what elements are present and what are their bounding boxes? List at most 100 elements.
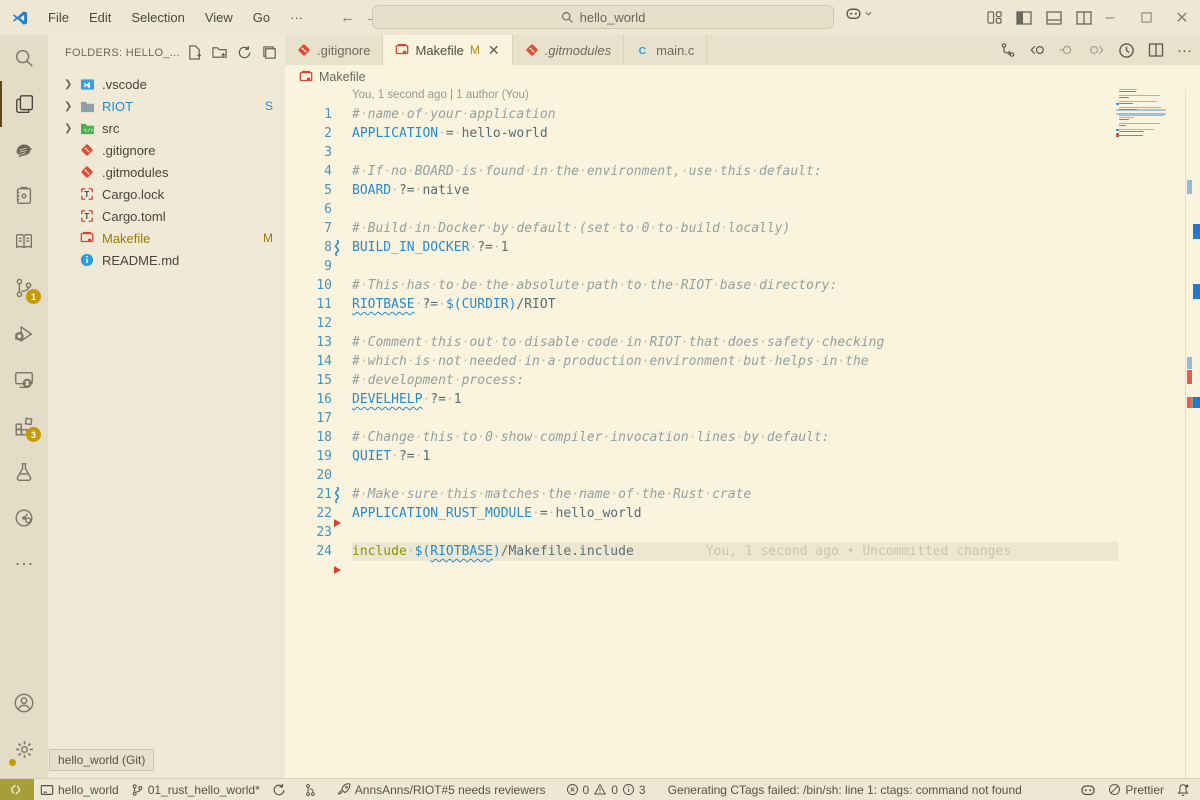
code-line-6[interactable]: 6 [285,200,1200,219]
wokwi-icon[interactable] [0,127,48,173]
code-line-22[interactable]: 22APPLICATION_RUST_MODULE·=·hello_world [285,504,1200,523]
chevron-right-icon[interactable]: ❯ [64,123,80,134]
book-icon[interactable] [0,219,48,265]
code-line-10[interactable]: 10#·This·has·to·be·the·absolute·path·to·… [285,276,1200,295]
code-line-15[interactable]: 15#·development·process: [285,371,1200,390]
workspace-item[interactable]: hello_world [34,783,125,797]
copilot-status[interactable] [1074,782,1102,798]
code-editor[interactable]: You, 1 second ago | 1 author (You) 1#·na… [285,89,1200,778]
code-line-13[interactable]: 13#·Comment·this·out·to·disable·code·in·… [285,333,1200,352]
sync-item[interactable] [266,783,292,797]
minimize-button[interactable]: – [1092,0,1128,35]
more-icon[interactable] [0,541,48,587]
tree-item-vscode[interactable]: ❯.vscode [48,73,285,95]
tree-item-gitmodules[interactable]: .gitmodules [48,161,285,183]
code-line-16[interactable]: 16DEVELHELP·?=·1 [285,390,1200,409]
file-history-icon[interactable] [1118,42,1135,59]
toggle-secondary-sidebar-icon[interactable] [1076,10,1092,26]
menu-file[interactable]: File [39,6,78,29]
menu-view[interactable]: View [196,6,242,29]
customize-layout-icon[interactable] [987,10,1002,25]
prettier-status[interactable]: Prettier [1102,783,1170,797]
problems-item[interactable]: 0 0 3 [560,783,652,797]
chevron-right-icon[interactable]: ❯ [64,79,80,90]
code-line-9[interactable]: 9 [285,257,1200,276]
code-line-2[interactable]: 2APPLICATION·=·hello-world [285,124,1200,143]
collapse-all-icon[interactable] [262,45,277,60]
tab-gitignore[interactable]: .gitignore [285,35,383,65]
nav-back-icon[interactable]: ← [340,9,355,26]
pr-item[interactable]: AnnsAnns/RIOT#5 needs reviewers [331,783,552,797]
code-line-8[interactable]: 8BUILD_IN_DOCKER·?=·1 [285,238,1200,257]
source-control-graph-icon[interactable]: 1 [0,265,48,311]
menu-go[interactable]: Go [244,6,279,29]
chevron-right-icon[interactable]: ❯ [64,101,80,112]
gitlens-compare-icon[interactable] [1000,42,1016,58]
code-line-1[interactable]: 1#·name·of·your·application [285,105,1200,124]
code-line-3[interactable]: 3 [285,143,1200,162]
command-center-search[interactable]: hello_world [372,5,834,29]
tab-makefile[interactable]: MakefileM✕ [383,35,512,65]
remote-indicator[interactable] [0,779,34,800]
tree-item-gitignore[interactable]: .gitignore [48,139,285,161]
copilot-menu[interactable] [845,5,873,22]
menu-more-icon[interactable]: ··· [281,6,312,29]
code-line-20[interactable]: 20 [285,466,1200,485]
tree-item-cargo.lock[interactable]: TCargo.lock [48,183,285,205]
previous-change-icon[interactable] [1029,42,1046,58]
code-line-19[interactable]: 19QUIET·?=·1 [285,447,1200,466]
code-line-5[interactable]: 5BOARD·?=·native [285,181,1200,200]
codelens-annotation[interactable]: You, 1 second ago | 1 author (You) [352,89,1200,105]
code-line-4[interactable]: 4#·If·no·BOARD·is·found·in·the·environme… [285,162,1200,181]
code-line-12[interactable]: 12 [285,314,1200,333]
toggle-panel-icon[interactable] [1046,10,1062,26]
notifications-bell[interactable] [1170,783,1196,797]
code-line-14[interactable]: 14#·which·is·not·needed·in·a·production·… [285,352,1200,371]
history-icon[interactable] [0,495,48,541]
code-line-11[interactable]: 11RIOTBASE·?=·$(CURDIR)/RIOT [285,295,1200,314]
maximize-button[interactable] [1128,0,1164,35]
refresh-icon[interactable] [237,45,252,60]
change-icon[interactable] [1059,42,1075,58]
tab-main.c[interactable]: Cmain.c [624,35,707,65]
breadcrumb[interactable]: Makefile [285,65,1200,89]
editor-more-icon[interactable]: ··· [1177,42,1192,59]
tab-gitmodules[interactable]: .gitmodules [513,35,624,65]
makefile-file-icon [80,231,102,245]
split-editor-icon[interactable] [1148,42,1164,58]
extensions-icon[interactable]: 3 [0,403,48,449]
explorer-icon[interactable] [0,81,48,127]
ctags-message[interactable]: Generating CTags failed: /bin/sh: line 1… [662,783,1028,797]
menu-selection[interactable]: Selection [122,6,193,29]
tree-item-riot[interactable]: ❯RIOTS [48,95,285,117]
code-line-23[interactable]: 23 [285,523,1200,542]
branch-item[interactable]: 01_rust_hello_world* [125,783,266,797]
close-button[interactable]: ✕ [1164,0,1200,35]
next-change-icon[interactable] [1088,42,1105,58]
account-icon[interactable] [0,680,48,726]
code-line-7[interactable]: 7#·Build·in·Docker·by·default·(set·to·0·… [285,219,1200,238]
tree-item-cargo.toml[interactable]: TCargo.toml [48,205,285,227]
code-line-18[interactable]: 18#·Change·this·to·0·show·compiler·invoc… [285,428,1200,447]
test-beaker-icon[interactable] [0,449,48,495]
overview-ruler[interactable] [1185,89,1200,778]
code-line-17[interactable]: 17 [285,409,1200,428]
breadcrumb-label: Makefile [319,70,366,84]
code-line-24[interactable]: 24include·$(RIOTBASE)/Makefile.includeYo… [285,542,1200,561]
remote-explorer-icon[interactable] [0,357,48,403]
minimap[interactable] [1116,89,1166,139]
tree-item-readme.md[interactable]: README.md [48,249,285,271]
new-folder-icon[interactable] [212,45,227,60]
tree-item-makefile[interactable]: MakefileM [48,227,285,249]
tree-item-src[interactable]: ❯</>src [48,117,285,139]
board-icon[interactable] [0,173,48,219]
new-file-icon[interactable] [187,45,202,60]
toggle-sidebar-icon[interactable] [1016,10,1032,26]
menu-edit[interactable]: Edit [80,6,120,29]
search-icon[interactable] [0,35,48,81]
settings-gear-icon[interactable] [0,726,48,772]
graph-item[interactable] [298,783,323,797]
run-debug-icon[interactable] [0,311,48,357]
code-line-21[interactable]: 21#·Make·sure·this·matches·the·name·of·t… [285,485,1200,504]
close-tab-icon[interactable]: ✕ [488,42,500,59]
